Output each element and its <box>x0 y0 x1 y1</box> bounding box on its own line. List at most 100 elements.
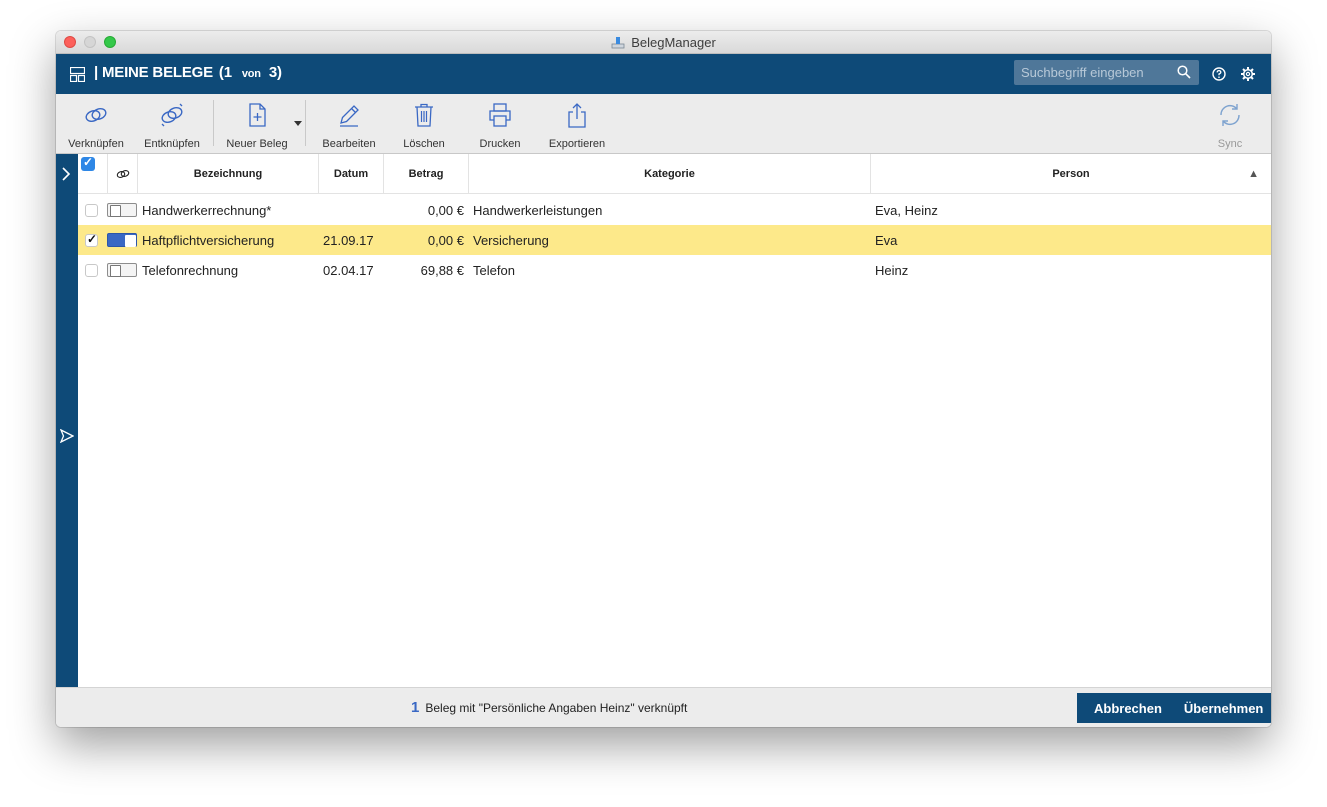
cell-betrag: 69,88 € <box>420 262 464 278</box>
footer-actions: Abbrechen Übernehmen <box>1077 693 1271 723</box>
toolbar-separator <box>213 100 214 146</box>
close-window-button[interactable] <box>64 36 76 48</box>
sync-label: Sync <box>1217 138 1243 150</box>
row-checkbox-checked[interactable] <box>85 232 98 247</box>
table-row-selected[interactable]: Haftpflichtversicherung 21.09.17 0,00 € … <box>78 225 1271 255</box>
send-arrow-icon[interactable] <box>60 429 74 443</box>
unlink-chain-icon <box>161 103 183 127</box>
cell-betrag: 0,00 € <box>427 202 464 218</box>
link-column-header[interactable] <box>108 154 138 194</box>
sync-button[interactable]: Sync <box>1206 94 1254 154</box>
link-toggle-cell <box>107 225 137 255</box>
page-current: (1 <box>218 64 232 81</box>
table-row[interactable]: Telefonrechnung 02.04.17 69,88 € Telefon… <box>78 255 1271 285</box>
cell-datum: 21.09.17 <box>323 232 374 248</box>
cell-datum: 02.04.17 <box>323 262 374 278</box>
link-toggle[interactable] <box>107 203 137 217</box>
page-title-text: | MEINE BELEGE <box>94 64 213 81</box>
print-button[interactable]: Drucken <box>470 94 530 154</box>
link-status: 1 Beleg mit "Persönliche Angaben Heinz" … <box>411 699 687 716</box>
cell-kategorie: Versicherung <box>473 232 549 248</box>
search-box <box>1014 60 1199 85</box>
cell-kategorie: Handwerkerleistungen <box>473 202 603 218</box>
cell-person: Heinz <box>875 262 909 278</box>
column-header-datum[interactable]: Datum <box>319 154 384 194</box>
link-toggle-cell <box>107 195 137 225</box>
cell-kategorie: Telefon <box>473 262 515 278</box>
edit-label: Bearbeiten <box>322 138 376 150</box>
search-input[interactable] <box>1014 65 1169 80</box>
new-document-button[interactable]: Neuer Beleg <box>222 94 292 154</box>
maximize-window-button[interactable] <box>104 36 116 48</box>
row-checkbox[interactable] <box>85 203 98 217</box>
link-chain-icon <box>116 170 129 178</box>
column-header-person[interactable]: Person ▲ <box>871 154 1271 194</box>
page-title: | MEINE BELEGE (1 von 3) <box>94 64 282 81</box>
layout-grid-icon[interactable] <box>70 67 85 82</box>
column-header-bezeichnung[interactable]: Bezeichnung <box>138 154 319 194</box>
cell-bezeichnung: Handwerkerrechnung* <box>142 202 272 218</box>
select-all-cell <box>78 154 108 194</box>
delete-label: Löschen <box>403 138 445 150</box>
row-checkbox-cell <box>85 255 98 285</box>
toolbar-separator <box>305 100 306 146</box>
link-toggle-on[interactable] <box>107 233 137 247</box>
help-icon[interactable] <box>1212 67 1226 81</box>
cell-bezeichnung: Telefonrechnung <box>142 262 239 278</box>
search-icon[interactable] <box>1177 65 1191 79</box>
printer-icon <box>489 103 511 127</box>
minimize-window-button[interactable] <box>84 36 96 48</box>
share-export-icon <box>568 103 586 128</box>
app-window: BelegManager | MEINE BELEGE (1 von 3) Su… <box>56 31 1271 727</box>
link-status-text: Beleg mit "Persönliche Angaben Heinz" ve… <box>425 701 688 715</box>
new-document-icon <box>249 103 266 127</box>
apply-button[interactable]: Übernehmen <box>1184 701 1263 716</box>
page-total: 3) <box>268 64 282 81</box>
unlink-label: Entknüpfen <box>144 138 200 150</box>
sync-icon <box>1220 104 1240 126</box>
link-chain-icon <box>85 108 107 122</box>
app-header: | MEINE BELEGE (1 von 3) <box>56 54 1271 94</box>
settings-gear-icon[interactable] <box>1240 66 1256 82</box>
select-all-checkbox[interactable] <box>81 155 95 171</box>
export-button[interactable]: Exportieren <box>542 94 612 154</box>
cell-person: Eva, Heinz <box>875 202 938 218</box>
column-header-person-label: Person <box>1052 168 1090 180</box>
title-bar: BelegManager <box>56 31 1271 54</box>
window-controls <box>64 36 116 48</box>
sort-ascending-icon[interactable]: ▲ <box>1248 168 1259 180</box>
edit-button[interactable]: Bearbeiten <box>316 94 382 154</box>
link-toggle-cell <box>107 255 137 285</box>
table-row[interactable]: Handwerkerrechnung* 0,00 € Handwerkerlei… <box>78 195 1271 225</box>
cancel-button[interactable]: Abbrechen <box>1094 701 1162 716</box>
chevron-right-icon[interactable] <box>60 167 72 181</box>
link-toggle[interactable] <box>107 263 137 277</box>
linked-count: 1 <box>411 699 420 716</box>
new-document-dropdown-icon[interactable] <box>294 121 302 126</box>
delete-button[interactable]: Löschen <box>394 94 454 154</box>
trash-icon <box>415 103 433 127</box>
footer-bar: 1 Beleg mit "Persönliche Angaben Heinz" … <box>56 687 1271 727</box>
table-header: Bezeichnung Datum Betrag Kategorie Perso… <box>78 154 1271 194</box>
link-button[interactable]: Verknüpfen <box>64 94 128 154</box>
column-header-kategorie[interactable]: Kategorie <box>469 154 871 194</box>
window-title: BelegManager <box>631 34 716 50</box>
new-document-label: Neuer Beleg <box>226 138 288 150</box>
print-label: Drucken <box>479 138 521 150</box>
export-label: Exportieren <box>548 138 606 150</box>
page-separator: von <box>241 68 261 80</box>
row-checkbox-cell <box>85 195 98 225</box>
pencil-icon <box>340 105 359 127</box>
cell-betrag: 0,00 € <box>427 232 464 248</box>
toolbar: Verknüpfen Entknüpfen Neuer Beleg Bearbe… <box>56 94 1271 154</box>
left-rail <box>56 154 78 687</box>
row-checkbox[interactable] <box>85 263 98 277</box>
cell-bezeichnung: Haftpflichtversicherung <box>142 232 275 248</box>
unlink-button[interactable]: Entknüpfen <box>140 94 204 154</box>
documents-table: Bezeichnung Datum Betrag Kategorie Perso… <box>78 154 1271 687</box>
link-label: Verknüpfen <box>68 138 124 150</box>
cell-person: Eva <box>875 232 898 248</box>
app-icon <box>611 36 625 48</box>
column-header-betrag[interactable]: Betrag <box>384 154 469 194</box>
row-checkbox-cell <box>85 225 98 255</box>
